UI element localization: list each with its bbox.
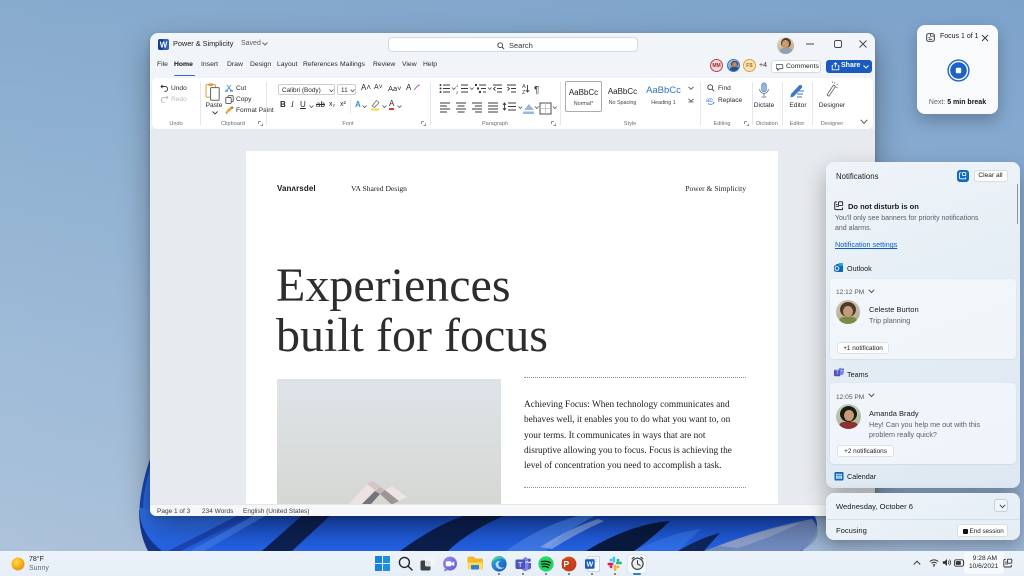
svg-text:W: W [586,561,593,568]
svg-text:ab: ab [706,98,713,104]
svg-text:W: W [159,41,167,50]
svg-text:Z: Z [522,90,526,96]
svg-text:P: P [563,559,569,569]
svg-text:¶: ¶ [534,85,539,96]
svg-text:2: 2 [456,90,459,95]
svg-text:1: 1 [456,83,459,88]
svg-text:T: T [836,371,839,377]
svg-text:T: T [518,559,523,568]
